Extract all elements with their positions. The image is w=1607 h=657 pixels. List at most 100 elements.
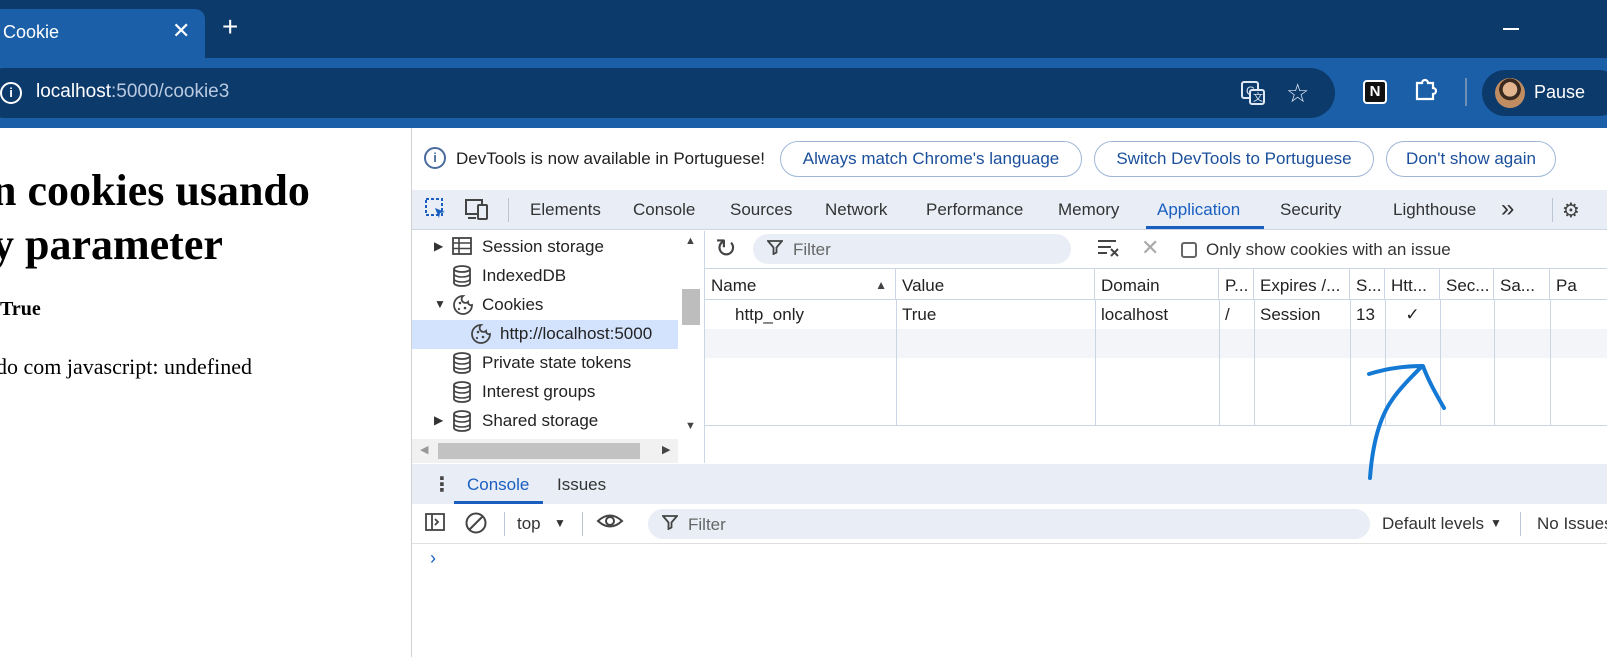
cookie-value-text: True — [0, 298, 41, 320]
cookie-preview-area — [705, 426, 1607, 463]
extensions-puzzle-icon[interactable] — [1413, 75, 1439, 107]
tree-horizontal-scrollbar[interactable]: ◀ ▶ — [412, 439, 678, 463]
cell-expires: Session — [1260, 305, 1321, 324]
tab-title: Cookie — [3, 22, 60, 42]
scrollbar-thumb[interactable] — [438, 443, 640, 459]
address-bar[interactable]: i localhost:5000/cookie3 G文 ☆ — [0, 68, 1335, 118]
issues-counter[interactable]: No Issues — [1537, 514, 1607, 534]
url-text[interactable]: localhost:5000/cookie3 — [36, 81, 229, 103]
cell-value: True — [902, 305, 937, 324]
more-tabs-icon[interactable]: » — [1501, 195, 1514, 223]
new-tab-button[interactable]: + — [222, 13, 238, 41]
scroll-down-icon[interactable]: ▼ — [685, 420, 696, 432]
settings-gear-icon[interactable]: ⚙ — [1562, 198, 1580, 223]
tab-elements[interactable]: Elements — [530, 200, 601, 220]
tab-sources[interactable]: Sources — [730, 200, 792, 220]
heading-line-2: y parameter — [0, 220, 223, 269]
console-prompt-icon[interactable]: › — [430, 548, 436, 569]
toolbar-divider — [1465, 78, 1467, 106]
filter-funnel-icon — [766, 239, 784, 260]
sidebar-toggle-icon[interactable] — [424, 511, 446, 539]
scroll-right-icon[interactable]: ▶ — [662, 443, 670, 456]
profile-button[interactable]: Pause — [1482, 70, 1607, 116]
expand-arrow-icon[interactable]: ▶ — [434, 413, 443, 427]
scroll-left-icon[interactable]: ◀ — [420, 443, 428, 456]
column-header-httponly[interactable]: Htt... — [1385, 269, 1440, 300]
tab-lighthouse[interactable]: Lighthouse — [1393, 200, 1476, 220]
cookie-filter-input[interactable]: Filter — [753, 234, 1071, 264]
tab-network[interactable]: Network — [825, 200, 887, 220]
clear-console-icon[interactable] — [464, 511, 488, 541]
column-header-value[interactable]: Value — [896, 269, 1095, 300]
switch-devtools-language-button[interactable]: Switch DevTools to Portuguese — [1094, 141, 1374, 177]
minimize-icon[interactable] — [1503, 28, 1519, 30]
scroll-up-icon[interactable]: ▲ — [685, 235, 696, 247]
live-expression-eye-icon[interactable] — [596, 510, 624, 538]
page-heading: n cookies usando y parameter — [0, 164, 310, 272]
column-header-path[interactable]: P... — [1219, 269, 1254, 300]
tree-item-label: Interest groups — [482, 382, 596, 401]
clear-all-cookies-icon[interactable] — [1097, 237, 1121, 265]
tab-performance[interactable]: Performance — [926, 200, 1023, 220]
header-label: Name — [711, 276, 757, 295]
bookmark-star-icon[interactable]: ☆ — [1286, 78, 1309, 109]
tree-item-localhost-cookies[interactable]: http://localhost:5000 — [412, 320, 678, 349]
context-selector[interactable]: top — [517, 514, 541, 534]
only-issues-label: Only show cookies with an issue — [1206, 240, 1451, 259]
dropdown-caret-icon[interactable]: ▼ — [554, 516, 566, 530]
tab-memory[interactable]: Memory — [1058, 200, 1119, 220]
expand-arrow-icon[interactable]: ▶ — [434, 239, 443, 253]
tree-item-indexeddb[interactable]: IndexedDB — [412, 262, 678, 291]
notion-extension-icon[interactable]: N — [1363, 80, 1387, 104]
translate-icon[interactable]: G文 — [1240, 80, 1266, 112]
delete-selected-icon[interactable]: ✕ — [1141, 235, 1159, 261]
dropdown-caret-icon[interactable]: ▼ — [1490, 516, 1502, 530]
scrollbar-thumb[interactable] — [682, 289, 700, 325]
column-header-size[interactable]: S... — [1350, 269, 1385, 300]
toolbar-separator — [504, 512, 505, 536]
devtools-tab-bar: Elements Console Sources Network Perform… — [412, 190, 1607, 230]
collapse-arrow-icon[interactable]: ▼ — [434, 297, 446, 311]
column-header-name[interactable]: Name ▲ — [705, 269, 896, 300]
column-header-partition[interactable]: Pa — [1550, 269, 1607, 300]
tree-item-private-state-tokens[interactable]: Private state tokens — [412, 349, 678, 378]
tab-console[interactable]: Console — [633, 200, 695, 220]
always-match-language-button[interactable]: Always match Chrome's language — [780, 141, 1082, 177]
column-header-expires[interactable]: Expires /... — [1254, 269, 1350, 300]
inspect-element-icon[interactable] — [424, 197, 448, 226]
cookie-icon — [470, 323, 492, 350]
device-toolbar-icon[interactable] — [464, 197, 490, 226]
tab-security[interactable]: Security — [1280, 200, 1341, 220]
close-tab-icon[interactable]: ✕ — [172, 18, 190, 44]
site-info-icon[interactable]: i — [0, 82, 22, 104]
log-levels-dropdown[interactable]: Default levels — [1382, 514, 1484, 534]
tab-application[interactable]: Application — [1157, 200, 1240, 220]
drawer-tab-issues[interactable]: Issues — [557, 475, 606, 495]
column-header-domain[interactable]: Domain — [1095, 269, 1219, 300]
column-header-secure[interactable]: Sec... — [1440, 269, 1494, 300]
only-issues-checkbox[interactable] — [1181, 242, 1197, 258]
browser-tab[interactable]: Cookie ✕ — [0, 9, 205, 58]
drawer-tab-bar: ⋮ Console Issues — [412, 464, 1607, 504]
tab-separator — [1552, 198, 1553, 222]
drawer-tab-console[interactable]: Console — [467, 475, 529, 495]
cell-size: 13 — [1356, 305, 1375, 324]
dont-show-again-button[interactable]: Don't show again — [1386, 141, 1556, 177]
console-filter-input[interactable]: Filter — [648, 509, 1370, 539]
cell-partition — [1550, 300, 1607, 329]
tree-item-interest-groups[interactable]: Interest groups — [412, 378, 678, 407]
tree-item-cookies[interactable]: ▼ Cookies — [412, 291, 678, 320]
tree-item-session-storage[interactable]: ▶ Session storage — [412, 233, 678, 262]
cookie-icon — [452, 294, 474, 321]
sort-ascending-icon: ▲ — [875, 278, 887, 292]
drawer-menu-icon[interactable]: ⋮ — [432, 472, 452, 497]
tree-vertical-scrollbar[interactable]: ▲ ▼ — [678, 231, 704, 463]
application-sidebar-tree: ▶ Session storage IndexedDB ▼ Cookies ht… — [412, 231, 704, 463]
column-header-samesite[interactable]: Sa... — [1494, 269, 1550, 300]
cell-domain: localhost — [1101, 305, 1169, 324]
refresh-icon[interactable]: ↻ — [715, 233, 737, 264]
tree-item-label: Cookies — [482, 295, 544, 314]
active-tab-indicator — [1146, 226, 1264, 229]
filter-placeholder: Filter — [688, 515, 726, 534]
tree-item-shared-storage[interactable]: ▶ Shared storage — [412, 407, 678, 436]
